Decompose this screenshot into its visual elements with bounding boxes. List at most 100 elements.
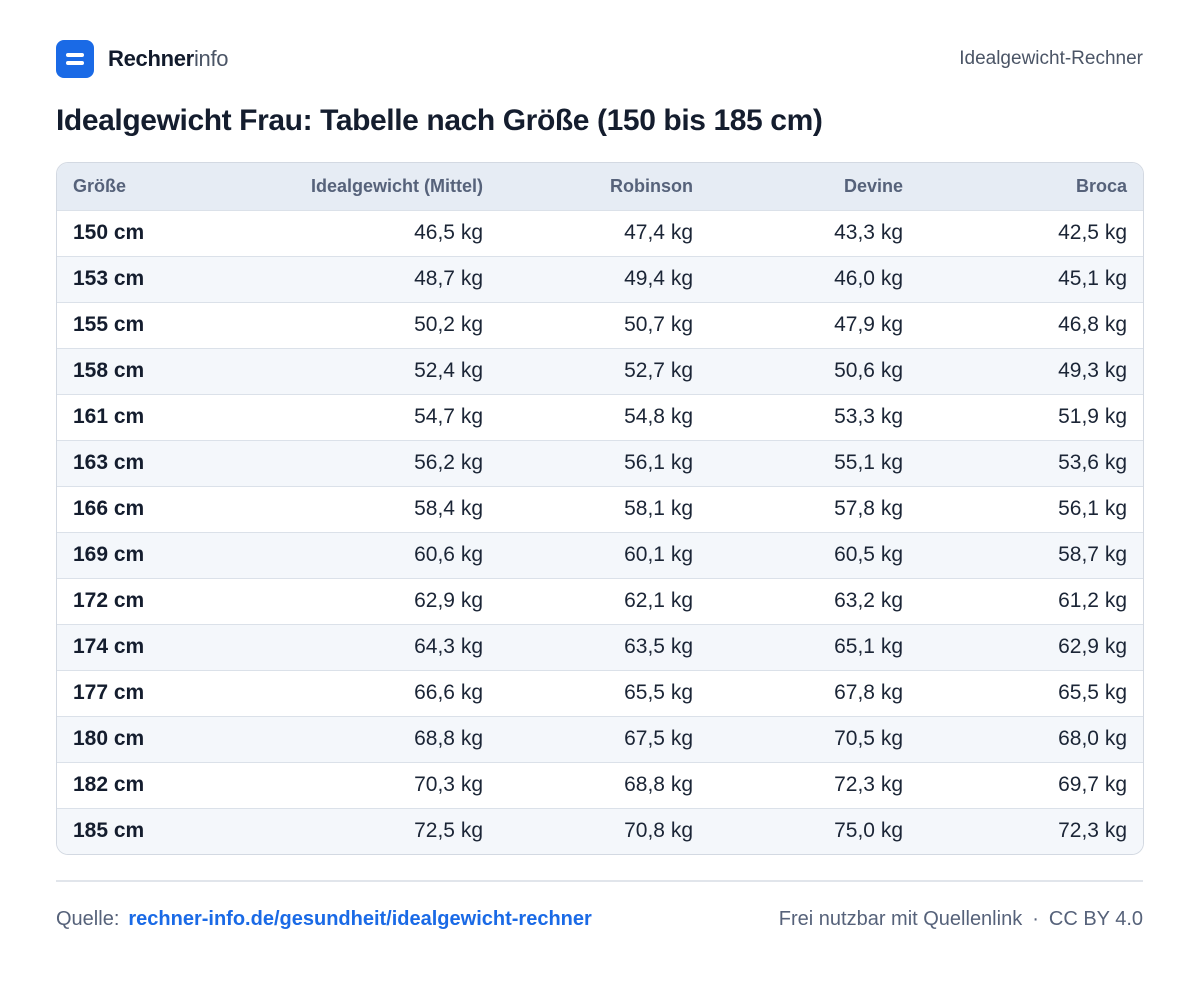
- cell-ideal-mean: 70,3 kg: [414, 773, 483, 796]
- cell-robinson: 62,1 kg: [624, 589, 693, 612]
- cell-robinson: 70,8 kg: [624, 819, 693, 843]
- brand-name-strong: Rechner: [108, 46, 194, 71]
- cell-robinson: 54,8 kg: [624, 405, 693, 428]
- source-label: Quelle:: [56, 907, 120, 930]
- site-header: Rechnerinfo Idealgewicht-Rechner: [56, 40, 1143, 78]
- cell-devine: 50,6 kg: [834, 359, 903, 382]
- cell-ideal-mean: 46,5 kg: [414, 221, 483, 244]
- table-row: 182 cm 70,3 kg 68,8 kg 72,3 kg 69,7 kg: [57, 762, 1143, 808]
- cell-height: 185 cm: [73, 819, 145, 843]
- cell-robinson: 60,1 kg: [624, 543, 693, 566]
- cell-devine: 60,5 kg: [834, 543, 903, 566]
- cell-height: 158 cm: [73, 359, 145, 382]
- cell-ideal-mean: 52,4 kg: [414, 359, 483, 382]
- cell-broca: 56,1 kg: [1058, 497, 1127, 520]
- menu-lines-icon: [56, 40, 94, 78]
- license-text: Frei nutzbar mit Quellenlink: [778, 907, 1023, 930]
- cell-devine: 47,9 kg: [834, 313, 903, 336]
- cell-height: 177 cm: [73, 681, 145, 704]
- cell-ideal-mean: 64,3 kg: [414, 635, 483, 658]
- cell-robinson: 65,5 kg: [624, 681, 693, 704]
- cell-height: 153 cm: [73, 267, 145, 290]
- column-header-height: Größe: [73, 175, 127, 196]
- ideal-weight-table: Größe Idealgewicht (Mittel) Robinson Dev…: [56, 162, 1144, 855]
- table-row: 185 cm 72,5 kg 70,8 kg 75,0 kg 72,3 kg: [57, 808, 1143, 854]
- brand-name-light: info: [193, 46, 229, 71]
- license-separator: ·: [1032, 907, 1039, 930]
- cell-devine: 70,5 kg: [834, 727, 903, 750]
- table-header-row: Größe Idealgewicht (Mittel) Robinson Dev…: [57, 163, 1143, 210]
- source-info: Quelle: rechner-info.de/gesundheit/idealg…: [56, 908, 592, 931]
- cell-devine: 55,1 kg: [834, 451, 903, 474]
- table-row: 150 cm 46,5 kg 47,4 kg 43,3 kg 42,5 kg: [57, 210, 1143, 256]
- cell-broca: 45,1 kg: [1058, 267, 1127, 290]
- cell-broca: 42,5 kg: [1058, 221, 1127, 244]
- cell-robinson: 47,4 kg: [624, 221, 693, 244]
- column-header-broca: Broca: [1075, 175, 1127, 196]
- cell-robinson: 49,4 kg: [624, 267, 693, 290]
- cell-broca: 58,7 kg: [1058, 543, 1127, 566]
- cell-height: 180 cm: [73, 727, 145, 750]
- table-row: 177 cm 66,6 kg 65,5 kg 67,8 kg 65,5 kg: [57, 670, 1143, 716]
- cell-ideal-mean: 48,7 kg: [414, 267, 483, 290]
- brand-logo[interactable]: Rechnerinfo: [56, 40, 229, 78]
- license-info: Frei nutzbar mit Quellenlink · CC BY 4.0: [779, 908, 1143, 931]
- page-footer: Quelle: rechner-info.de/gesundheit/idealg…: [56, 905, 1143, 933]
- cell-height: 155 cm: [73, 313, 145, 336]
- table-row: 155 cm 50,2 kg 50,7 kg 47,9 kg 46,8 kg: [57, 302, 1143, 348]
- cell-devine: 75,0 kg: [834, 819, 903, 843]
- table-row: 174 cm 64,3 kg 63,5 kg 65,1 kg 62,9 kg: [57, 624, 1143, 670]
- cell-broca: 62,9 kg: [1058, 635, 1127, 658]
- cell-height: 169 cm: [73, 543, 145, 566]
- cell-height: 163 cm: [73, 451, 145, 474]
- cell-ideal-mean: 58,4 kg: [414, 497, 483, 520]
- cell-height: 161 cm: [73, 405, 145, 428]
- cell-broca: 68,0 kg: [1058, 727, 1127, 750]
- license-name: CC BY 4.0: [1048, 907, 1143, 930]
- cell-height: 150 cm: [73, 221, 145, 244]
- table-row: 163 cm 56,2 kg 56,1 kg 55,1 kg 53,6 kg: [57, 440, 1143, 486]
- cell-devine: 72,3 kg: [834, 773, 903, 796]
- source-link[interactable]: rechner-info.de/gesundheit/idealgewicht-…: [128, 908, 591, 930]
- table-row: 153 cm 48,7 kg 49,4 kg 46,0 kg 45,1 kg: [57, 256, 1143, 302]
- cell-robinson: 63,5 kg: [624, 635, 693, 658]
- calculator-name: Idealgewicht-Rechner: [959, 48, 1143, 69]
- brand-name: Rechnerinfo: [108, 46, 229, 72]
- cell-broca: 51,9 kg: [1058, 405, 1127, 428]
- data-table: Größe Idealgewicht (Mittel) Robinson Dev…: [57, 163, 1143, 854]
- cell-robinson: 67,5 kg: [624, 727, 693, 750]
- cell-robinson: 58,1 kg: [624, 497, 693, 520]
- cell-ideal-mean: 72,5 kg: [414, 819, 483, 843]
- cell-devine: 65,1 kg: [834, 635, 903, 658]
- column-header-devine: Devine: [843, 175, 903, 196]
- cell-broca: 65,5 kg: [1058, 681, 1127, 704]
- table-row: 158 cm 52,4 kg 52,7 kg 50,6 kg 49,3 kg: [57, 348, 1143, 394]
- cell-ideal-mean: 62,9 kg: [414, 589, 483, 612]
- cell-devine: 67,8 kg: [834, 681, 903, 704]
- cell-robinson: 68,8 kg: [624, 773, 693, 796]
- cell-robinson: 52,7 kg: [624, 359, 693, 382]
- column-header-ideal-mean: Idealgewicht (Mittel): [310, 175, 483, 196]
- page-title: Idealgewicht Frau: Tabelle nach Größe (1…: [56, 104, 823, 137]
- cell-broca: 61,2 kg: [1058, 589, 1127, 612]
- table-body: 150 cm 46,5 kg 47,4 kg 43,3 kg 42,5 kg 153 cm…: [57, 210, 1143, 854]
- cell-devine: 46,0 kg: [834, 267, 903, 290]
- table-row: 180 cm 68,8 kg 67,5 kg 70,5 kg 68,0 kg: [57, 716, 1143, 762]
- cell-devine: 57,8 kg: [834, 497, 903, 520]
- cell-height: 166 cm: [73, 497, 145, 520]
- cell-broca: 53,6 kg: [1058, 451, 1127, 474]
- table-row: 169 cm 60,6 kg 60,1 kg 60,5 kg 58,7 kg: [57, 532, 1143, 578]
- cell-ideal-mean: 60,6 kg: [414, 543, 483, 566]
- cell-ideal-mean: 54,7 kg: [414, 405, 483, 428]
- cell-robinson: 56,1 kg: [624, 451, 693, 474]
- cell-ideal-mean: 50,2 kg: [414, 313, 483, 336]
- table-row: 172 cm 62,9 kg 62,1 kg 63,2 kg 61,2 kg: [57, 578, 1143, 624]
- cell-devine: 63,2 kg: [834, 589, 903, 612]
- cell-devine: 43,3 kg: [834, 221, 903, 244]
- cell-broca: 46,8 kg: [1058, 313, 1127, 336]
- cell-height: 172 cm: [73, 589, 145, 612]
- cell-broca: 69,7 kg: [1058, 773, 1127, 796]
- table-row: 166 cm 58,4 kg 58,1 kg 57,8 kg 56,1 kg: [57, 486, 1143, 532]
- cell-height: 182 cm: [73, 773, 145, 796]
- cell-ideal-mean: 56,2 kg: [414, 451, 483, 474]
